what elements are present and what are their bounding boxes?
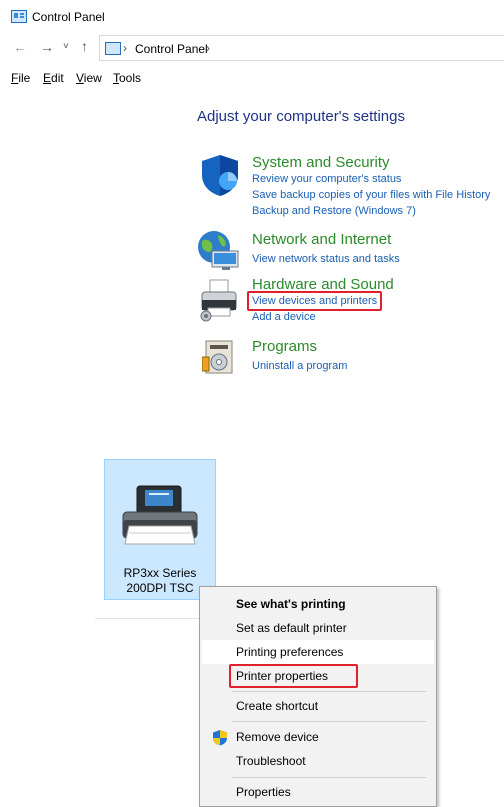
link-view-devices-and-printers[interactable]: View devices and printers <box>252 295 377 307</box>
menu-item-printer-properties[interactable]: Printer properties <box>236 669 328 683</box>
menu-item-remove-device[interactable]: Remove device <box>236 730 319 744</box>
address-bar[interactable]: › Control Panel › <box>99 35 504 61</box>
category-system-and-security[interactable]: System and Security <box>252 154 390 171</box>
chevron-right-icon[interactable]: › <box>123 41 127 55</box>
control-panel-icon <box>11 10 27 23</box>
context-menu: See what's printing Set as default print… <box>199 586 437 807</box>
category-network-and-internet[interactable]: Network and Internet <box>252 231 391 248</box>
menu-item-properties[interactable]: Properties <box>236 785 291 799</box>
menu-item-set-default-printer[interactable]: Set as default printer <box>236 621 347 635</box>
link-add-device[interactable]: Add a device <box>252 311 316 323</box>
page-title: Adjust your computer's settings <box>197 108 405 125</box>
printer-device-tile[interactable]: RP3xx Series 200DPI TSC <box>104 459 216 600</box>
title-bar: Control Panel <box>0 0 504 32</box>
link-network-status[interactable]: View network status and tasks <box>252 253 400 265</box>
link-backup-restore[interactable]: Backup and Restore (Windows 7) <box>252 205 416 217</box>
menu-separator <box>232 721 426 722</box>
menu-label: ile <box>18 71 31 85</box>
recent-locations-button[interactable]: ˅ <box>63 40 69 54</box>
menu-tools[interactable]: Tools <box>113 71 141 85</box>
menu-accelerator: E <box>43 71 52 85</box>
window-title: Control Panel <box>32 10 105 24</box>
menu-label: ools <box>119 71 142 85</box>
menu-item-troubleshoot[interactable]: Troubleshoot <box>236 754 306 768</box>
link-review-status[interactable]: Review your computer's status <box>252 173 401 185</box>
link-file-history[interactable]: Save backup copies of your files with Fi… <box>252 189 490 201</box>
menu-edit[interactable]: Edit <box>43 71 64 85</box>
programs-icon[interactable] <box>202 337 238 377</box>
chevron-right-icon[interactable]: › <box>206 41 210 55</box>
uac-shield-icon <box>213 730 227 746</box>
menu-file[interactable]: File <box>11 71 30 85</box>
up-button[interactable]: ↑ <box>81 39 88 53</box>
menu-separator <box>232 691 426 692</box>
control-panel-icon <box>105 42 121 55</box>
shield-icon[interactable] <box>198 153 242 197</box>
menu-item-create-shortcut[interactable]: Create shortcut <box>236 699 318 713</box>
menu-item-see-whats-printing[interactable]: See what's printing <box>236 597 346 611</box>
menu-view[interactable]: View <box>76 71 102 85</box>
printer-icon[interactable] <box>196 278 242 322</box>
menu-accelerator: V <box>76 71 84 85</box>
globe-icon[interactable] <box>196 229 242 271</box>
category-programs[interactable]: Programs <box>252 338 317 355</box>
device-name-line1: RP3xx Series <box>123 566 197 580</box>
menu-label: iew <box>83 71 102 85</box>
back-button[interactable]: ← <box>13 40 27 54</box>
menu-separator <box>232 777 426 778</box>
printer-device-icon <box>122 485 198 545</box>
forward-button[interactable]: → <box>40 40 54 54</box>
link-uninstall-program[interactable]: Uninstall a program <box>252 360 347 372</box>
breadcrumb-control-panel[interactable]: Control Panel <box>135 42 208 56</box>
menu-label: dit <box>51 71 64 85</box>
divider <box>95 618 199 619</box>
menu-item-printing-preferences[interactable]: Printing preferences <box>236 645 343 659</box>
